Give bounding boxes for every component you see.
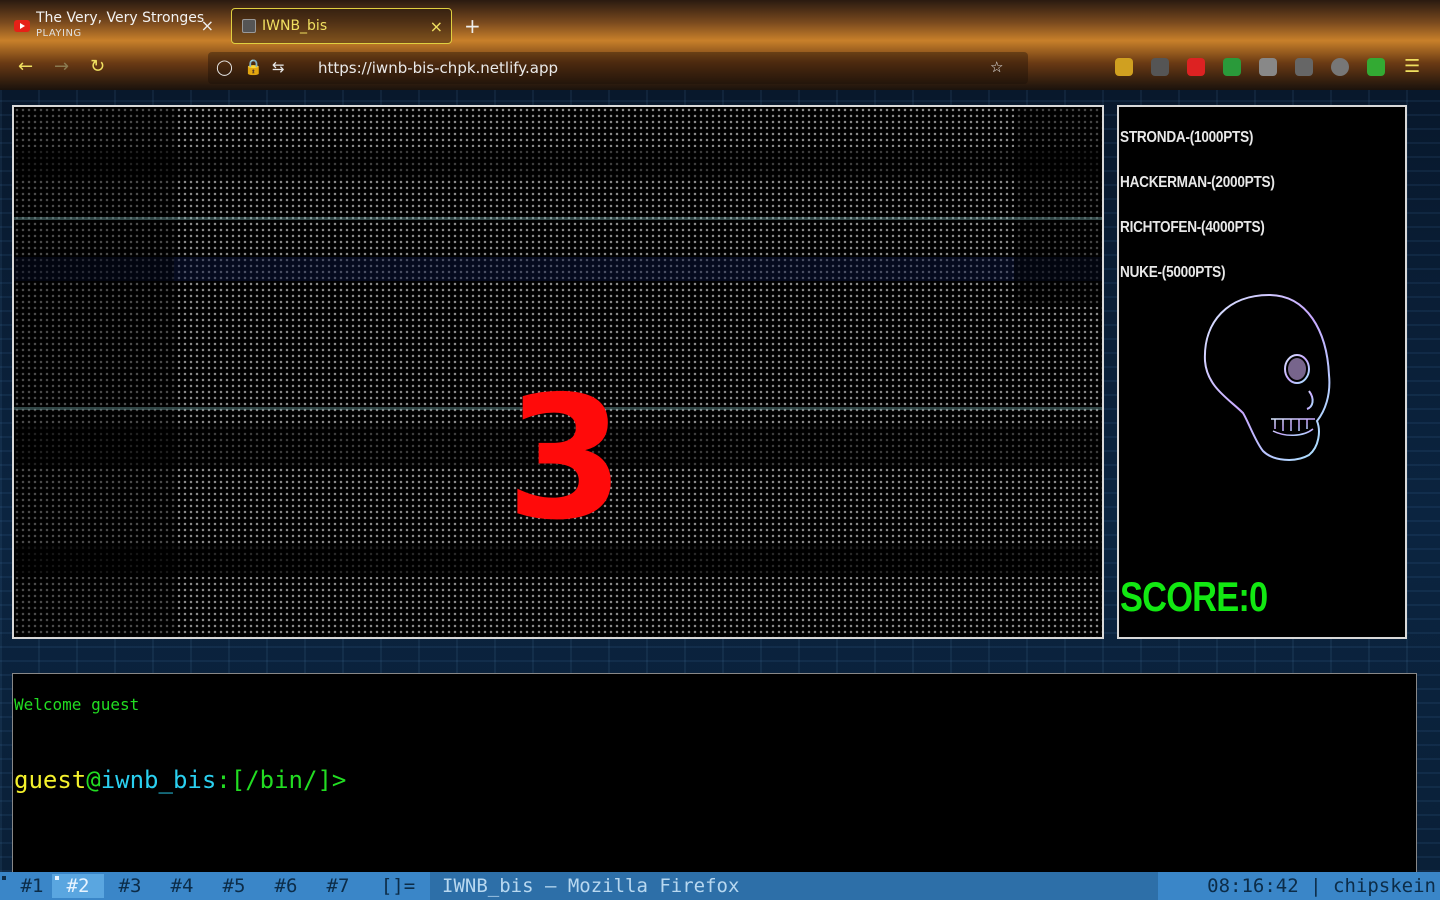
back-icon[interactable]: ← — [18, 56, 33, 77]
window-title: IWNB_bis — Mozilla Firefox — [430, 872, 1158, 900]
workspace-indicator — [2, 876, 6, 880]
reload-icon[interactable]: ↻ — [90, 56, 105, 77]
workspace-3[interactable]: #3 — [104, 874, 156, 898]
lock-icon[interactable]: 🔒 — [244, 58, 263, 76]
extension-b-icon[interactable] — [1223, 58, 1241, 76]
clock: 08:16:42 — [1207, 875, 1299, 897]
extension-cat-icon[interactable] — [1151, 58, 1169, 76]
close-tab-icon[interactable]: × — [201, 16, 214, 35]
workspace-1[interactable]: #1 — [12, 874, 52, 898]
shield-icon[interactable]: ◯ — [216, 58, 233, 76]
bookmark-star-icon[interactable]: ☆ — [990, 58, 1003, 76]
url-bar[interactable]: ◯ 🔒 ⇆ https://iwnb-bis-chpk.netlify.app … — [208, 52, 1028, 84]
new-tab-button[interactable]: + — [464, 14, 481, 38]
leaderboard-entry: STRONDA-(1000PTS) — [1120, 129, 1254, 146]
tab-title: The Very, Very Strongest! — [36, 11, 204, 26]
terminal-prompt[interactable]: guest@iwnb_bis:[/bin/]> — [14, 766, 346, 794]
noise-band — [14, 257, 1102, 281]
workspace-6[interactable]: #6 — [260, 874, 312, 898]
workspace-indicator — [55, 876, 59, 880]
noise-band — [14, 107, 174, 637]
extension-w-icon[interactable] — [1331, 58, 1349, 76]
prompt-path: :[/bin/]> — [216, 766, 347, 794]
welcome-message: Welcome guest — [14, 695, 140, 714]
browser-chrome: The Very, Very Strongest! PLAYING × IWNB… — [0, 0, 1440, 90]
leaderboard-entry: NUKE-(5000PTS) — [1120, 264, 1226, 281]
site-favicon-icon — [242, 19, 256, 33]
score-display: SCORE:0 — [1120, 573, 1268, 620]
prompt-host: iwnb_bis — [100, 766, 217, 794]
wm-status-right: 08:16:42 | chipskein — [1207, 872, 1436, 900]
terminal[interactable]: Welcome guest guest@iwnb_bis:[/bin/]> — [12, 673, 1417, 873]
menu-icon[interactable]: ☰ — [1404, 56, 1420, 77]
extension-10-icon[interactable] — [1259, 58, 1277, 76]
tab-playing-label: PLAYING — [36, 28, 82, 39]
workspace-5[interactable]: #5 — [208, 874, 260, 898]
tab-youtube[interactable]: The Very, Very Strongest! PLAYING × — [6, 8, 222, 44]
page: 3 STRONDA-(1000PTS) HACKERMAN-(2000PTS) … — [0, 90, 1440, 873]
pocket-icon[interactable] — [1115, 58, 1133, 76]
countdown-number: 3 — [506, 360, 625, 558]
leaderboard-entry: RICHTOFEN-(4000PTS) — [1120, 219, 1265, 236]
permissions-icon[interactable]: ⇆ — [272, 58, 285, 76]
noise-band — [14, 217, 1102, 220]
workspace-2[interactable]: #2 — [52, 874, 104, 898]
noise-band — [1014, 107, 1102, 307]
nav-bar: ← → ↻ ◯ 🔒 ⇆ https://iwnb-bis-chpk.netlif… — [0, 48, 1440, 88]
status-separator: | — [1310, 875, 1322, 897]
tab-title: IWNB_bis — [262, 18, 328, 34]
close-tab-icon[interactable]: × — [430, 17, 443, 36]
prompt-at: @ — [86, 766, 101, 794]
tab-iwnb[interactable]: IWNB_bis × — [231, 8, 452, 44]
extension-lock-icon[interactable] — [1187, 58, 1205, 76]
extension-toggle-icon[interactable] — [1367, 58, 1385, 76]
forward-icon[interactable]: → — [54, 56, 69, 77]
game-canvas[interactable]: 3 — [12, 105, 1104, 639]
sidebar-panel: STRONDA-(1000PTS) HACKERMAN-(2000PTS) RI… — [1117, 105, 1407, 639]
tab-title-wrap: The Very, Very Strongest! PLAYING — [36, 11, 204, 41]
wm-status-bar: #1 #2 #3 #4 #5 #6 #7 []= IWNB_bis — Mozi… — [0, 872, 1440, 900]
workspace-4[interactable]: #4 — [156, 874, 208, 898]
url-text[interactable]: https://iwnb-bis-chpk.netlify.app — [318, 59, 558, 77]
username: chipskein — [1333, 875, 1436, 897]
workspace-7[interactable]: #7 — [312, 874, 364, 898]
noise-band — [14, 147, 1102, 177]
skull-icon — [1203, 293, 1331, 461]
prompt-user: guest — [14, 766, 87, 794]
layout-indicator[interactable]: []= — [370, 874, 426, 898]
leaderboard-entry: HACKERMAN-(2000PTS) — [1120, 174, 1275, 191]
youtube-icon — [14, 20, 30, 32]
extension-shoe-icon[interactable] — [1295, 58, 1313, 76]
tab-bar: The Very, Very Strongest! PLAYING × IWNB… — [0, 4, 1440, 46]
